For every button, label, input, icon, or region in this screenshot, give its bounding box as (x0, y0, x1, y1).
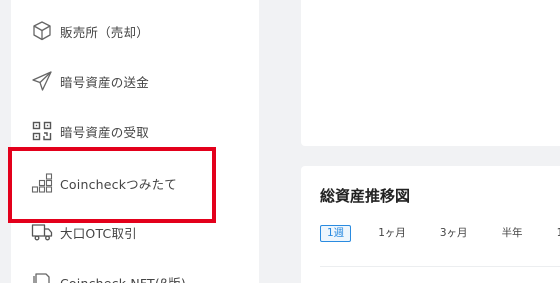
box-icon (30, 19, 54, 43)
sidebar-item-label: 大口OTC取引 (60, 225, 137, 241)
sidebar: 販売所（売却） 暗号資産の送金 暗号資産の受取 Coincheckつみたて 大口… (11, 0, 259, 283)
sidebar-item-label: Coincheckつみたて (60, 176, 177, 192)
period-tab-1y[interactable]: 1年 (550, 225, 560, 242)
sidebar-item-receive-crypto[interactable]: 暗号資産の受取 (30, 117, 250, 145)
period-tab-1w[interactable]: 1週 (320, 225, 352, 242)
sidebar-item-coincheck-tsumitate[interactable]: Coincheckつみたて (30, 169, 250, 197)
asset-chart-title: 総資産推移図 (320, 187, 411, 205)
sidebar-item-label: 暗号資産の受取 (60, 124, 149, 140)
paper-plane-icon (30, 69, 54, 93)
summary-card (301, 0, 560, 146)
nft-card-icon (30, 270, 54, 283)
period-tab-6m[interactable]: 半年 (495, 225, 530, 242)
sidebar-item-label: 販売所（売却） (60, 24, 149, 40)
qr-code-icon (30, 119, 54, 143)
sidebar-item-coincheck-nft[interactable]: Coincheck NFT(β版) (30, 268, 250, 283)
stacked-coins-icon (30, 171, 54, 195)
sidebar-item-label: Coincheck NFT(β版) (60, 275, 186, 283)
period-tab-3m[interactable]: 3ヶ月 (433, 225, 475, 242)
sidebar-item-sales-sell[interactable]: 販売所（売却） (30, 17, 250, 45)
period-tabs: 1週 1ヶ月 3ヶ月 半年 1年 (320, 225, 560, 242)
truck-icon (30, 220, 54, 244)
period-tab-1m[interactable]: 1ヶ月 (371, 225, 413, 242)
sidebar-item-label: 暗号資産の送金 (60, 74, 149, 90)
sidebar-item-large-otc[interactable]: 大口OTC取引 (30, 218, 250, 246)
asset-chart-card: 総資産推移図 1週 1ヶ月 3ヶ月 半年 1年 (301, 166, 560, 283)
sidebar-item-send-crypto[interactable]: 暗号資産の送金 (30, 67, 250, 95)
chart-divider (320, 266, 560, 267)
